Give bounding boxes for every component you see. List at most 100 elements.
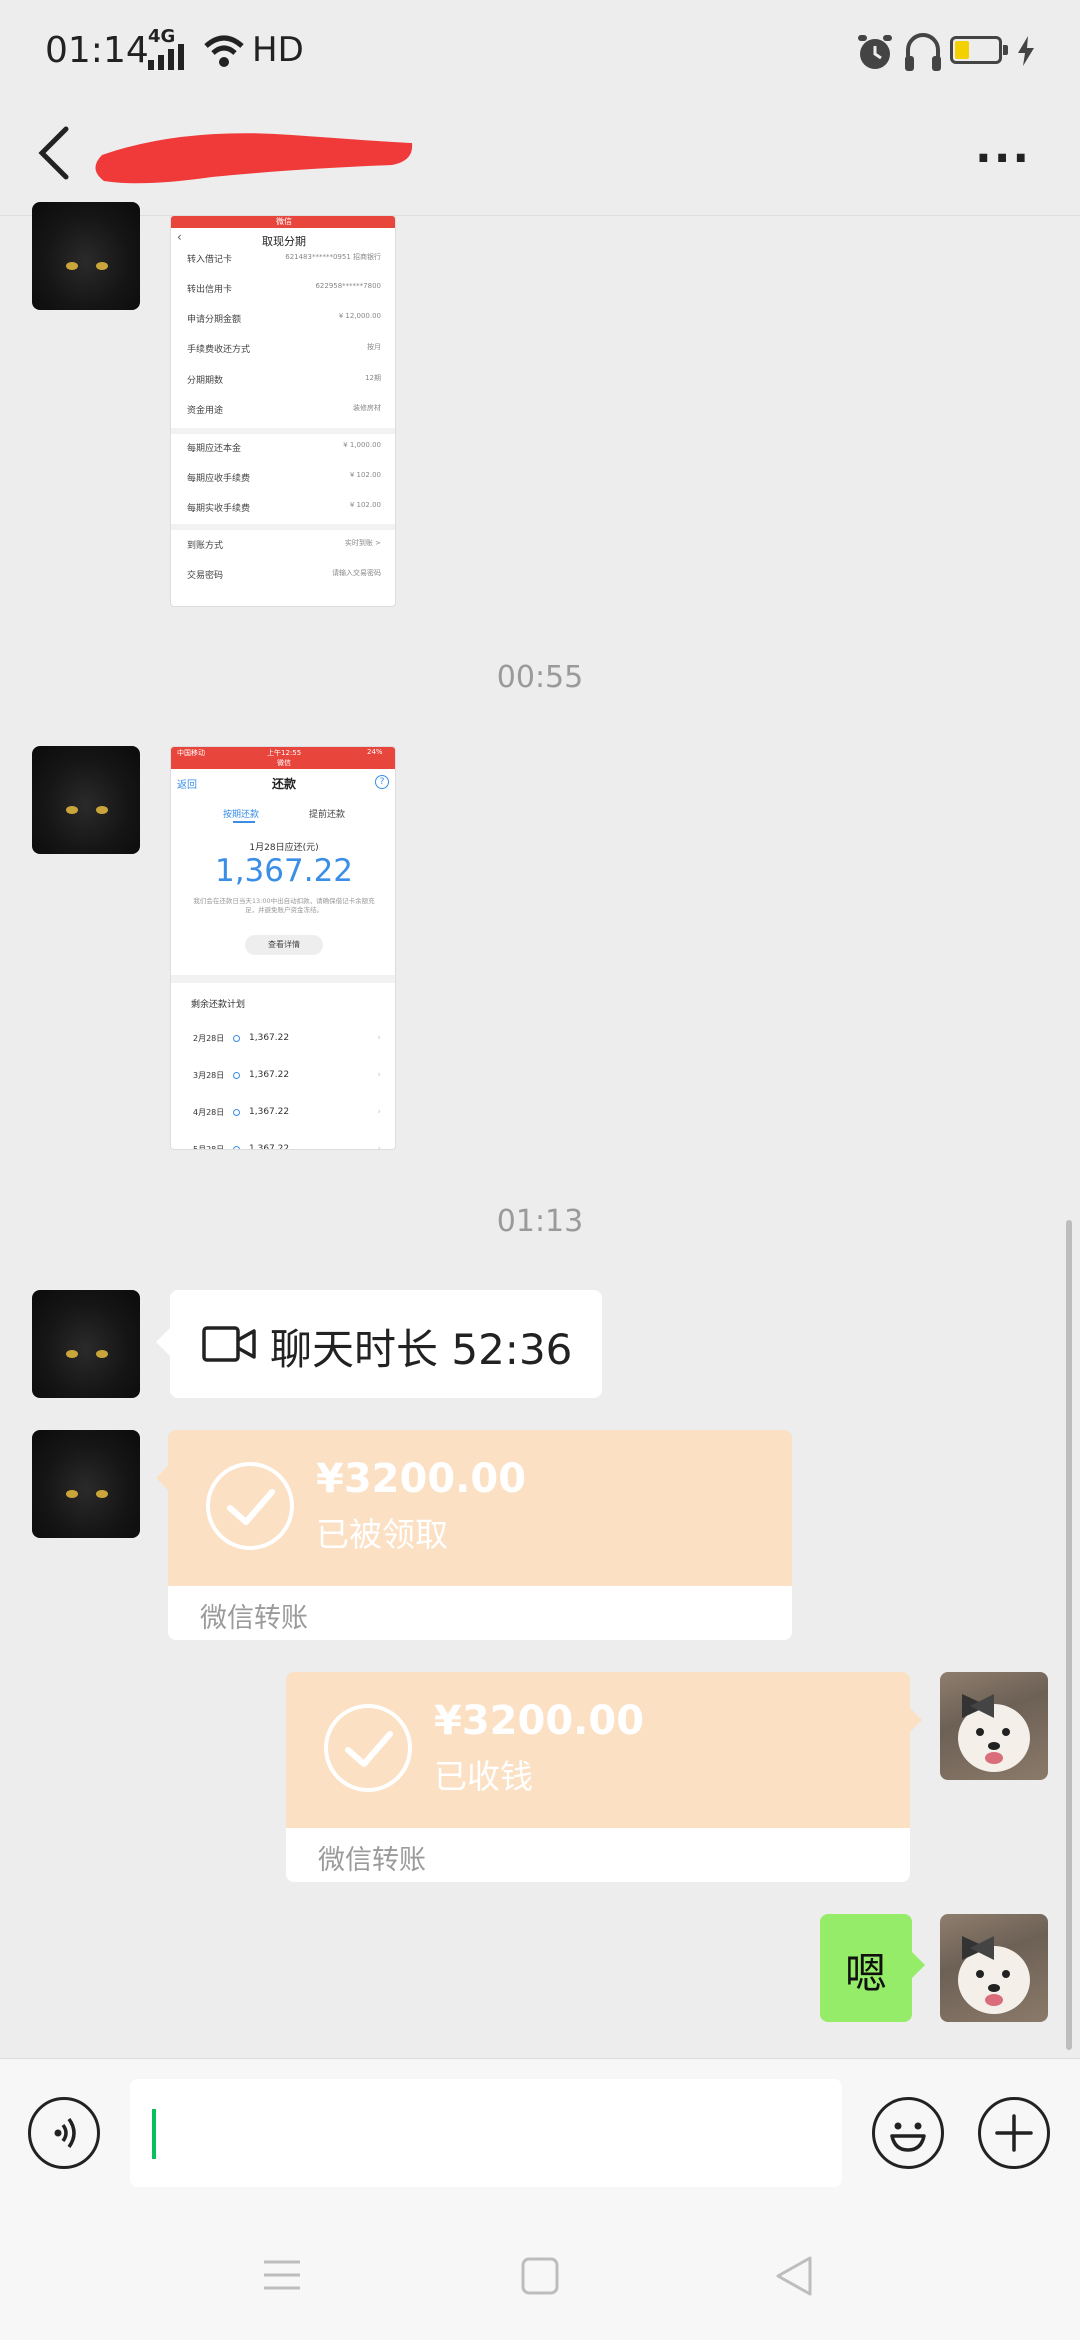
contact-avatar[interactable]	[32, 1430, 140, 1538]
screenshot-row: 交易密码 请输入交易密码	[187, 568, 381, 581]
chevron-right-icon: ›	[377, 1033, 381, 1043]
voice-icon	[54, 2117, 76, 2149]
tab-scheduled: 按期还款	[223, 810, 260, 820]
image-message-installment[interactable]: 微信 ‹ 取现分期 转入借记卡 621483******0951 招商银行 转出信用…	[170, 215, 396, 607]
timeline-dot	[233, 1072, 240, 1079]
timestamp: 01:13	[496, 1204, 584, 1239]
tab-early: 提前还款	[309, 810, 346, 820]
transfer-label: 微信转账	[318, 1845, 426, 1876]
transfer-status: 已被领取	[316, 1515, 448, 1554]
plus-icon	[995, 2114, 1033, 2152]
due-amount: 1,367.22	[214, 853, 354, 889]
screenshot-row: 到账方式 实时到账 >	[187, 538, 381, 551]
tab-underline	[233, 821, 255, 823]
plan-amount: 1,367.22	[249, 1144, 290, 1150]
text-caret	[152, 2109, 156, 2159]
back-arrow-icon[interactable]	[34, 125, 74, 181]
contact-avatar[interactable]	[32, 202, 140, 310]
chat-header: ···	[0, 105, 1080, 216]
screenshot-row: 每期应收手续费 ¥ 102.00	[187, 471, 381, 484]
transfer-label: 微信转账	[200, 1603, 308, 1634]
menu-icon[interactable]	[262, 2258, 302, 2292]
text-message-sent[interactable]: 嗯	[820, 1914, 925, 2022]
plan-date: 2月28日	[193, 1034, 225, 1043]
contact-avatar[interactable]	[32, 746, 140, 854]
image-message-repayment[interactable]: 中国移动 上午12:55 24% 微信 返回 还款 ? 按期还款 提前还款 1月…	[170, 746, 396, 1150]
screenshot-row: 每期实收手续费 ¥ 102.00	[187, 501, 381, 514]
chat-scrollbar[interactable]	[1066, 1220, 1072, 2050]
repayment-note: 我们会在还款日当天13:00中出自动扣款，请确保借记卡余额充足，并避免账户资金冻…	[193, 897, 375, 914]
charging-icon	[1018, 36, 1034, 66]
system-navigation-bar	[0, 2208, 1080, 2340]
row-value: ¥ 102.00	[349, 501, 381, 509]
row-label: 申请分期金额	[187, 315, 242, 325]
screenshot-row: 分期期数 12期	[187, 373, 381, 386]
row-label: 到账方式	[187, 541, 224, 551]
chevron-right-icon: ›	[377, 1144, 381, 1150]
plan-amount: 1,367.22	[249, 1107, 290, 1117]
more-functions-button[interactable]	[978, 2097, 1050, 2169]
screenshot-row: 转入借记卡 621483******0951 招商银行	[187, 252, 381, 265]
plan-date: 5月28日	[193, 1145, 225, 1150]
call-duration-text: 聊天时长 52:36	[270, 1325, 573, 1374]
my-avatar[interactable]	[940, 1672, 1048, 1780]
transfer-amount: ¥3200.00	[316, 1456, 527, 1502]
row-value: 装修房材	[353, 404, 381, 412]
voice-input-button[interactable]	[28, 2097, 100, 2169]
transfer-amount: ¥3200.00	[434, 1698, 645, 1744]
screenshot-wechat-label: 微信	[277, 759, 291, 767]
timestamp: 00:55	[496, 660, 584, 695]
row-value: 622958******7800	[315, 282, 381, 290]
row-value: ¥ 12,000.00	[338, 312, 381, 320]
transfer-status: 已收钱	[434, 1757, 533, 1796]
back-icon[interactable]	[774, 2254, 814, 2298]
chevron-right-icon: ›	[377, 1107, 381, 1117]
message-input[interactable]	[130, 2079, 842, 2187]
help-icon: ?	[375, 775, 389, 789]
timeline-dot	[233, 1035, 240, 1042]
row-label: 转入借记卡	[187, 255, 233, 265]
screenshot-status-bar: 中国移动 上午12:55 24% 微信	[171, 747, 395, 769]
timeline-dot	[233, 1146, 240, 1149]
row-value: ¥ 1,000.00	[343, 441, 381, 449]
emoji-icon	[890, 2122, 926, 2152]
headphones-icon	[905, 33, 941, 71]
battery-level	[955, 41, 969, 59]
alarm-icon	[858, 35, 892, 69]
home-icon[interactable]	[520, 2256, 560, 2296]
screenshot-battery: 24%	[367, 748, 383, 756]
plan-title: 剩余还款计划	[191, 1000, 246, 1010]
call-record-message[interactable]: 聊天时长 52:36	[156, 1290, 602, 1398]
contact-avatar[interactable]	[32, 1290, 140, 1398]
row-label: 每期应还本金	[187, 444, 242, 454]
message-text: 嗯	[844, 1949, 887, 1998]
row-label: 手续费收还方式	[187, 345, 251, 355]
screenshot-title: 取现分期	[262, 235, 306, 248]
video-call-icon	[202, 1326, 256, 1362]
row-label: 分期期数	[187, 376, 224, 386]
transfer-message-received[interactable]: ¥3200.00 已被领取 微信转账	[156, 1430, 792, 1640]
plan-date: 4月28日	[193, 1108, 225, 1117]
more-options-button[interactable]: ···	[975, 133, 1031, 184]
transfer-check-icon	[206, 1462, 294, 1550]
row-value: 按月	[367, 343, 381, 351]
plan-date: 3月28日	[193, 1071, 225, 1080]
screenshot-clock: 上午12:55	[267, 749, 302, 757]
row-label: 资金用途	[187, 406, 224, 416]
row-value: ¥ 102.00	[349, 471, 381, 479]
row-value: 12期	[365, 374, 381, 382]
transfer-check-icon	[324, 1704, 412, 1792]
my-avatar[interactable]	[940, 1914, 1048, 2022]
screenshot-row: 转出信用卡 622958******7800	[187, 282, 381, 295]
emoji-button[interactable]	[872, 2097, 944, 2169]
due-label: 1月28日应还(元)	[249, 843, 319, 853]
screenshot-row: 申请分期金额 ¥ 12,000.00	[187, 312, 381, 325]
timeline-dot	[233, 1109, 240, 1116]
chevron-right-icon: ›	[377, 1070, 381, 1080]
transfer-message-sent[interactable]: ¥3200.00 已收钱 微信转账	[286, 1672, 922, 1882]
screenshot-row: 每期应还本金 ¥ 1,000.00	[187, 441, 381, 454]
battery-cap	[1003, 45, 1008, 55]
hd-indicator: HD	[252, 30, 304, 70]
screenshot-title: 还款	[271, 777, 296, 791]
redacted-contact-name	[95, 133, 413, 184]
